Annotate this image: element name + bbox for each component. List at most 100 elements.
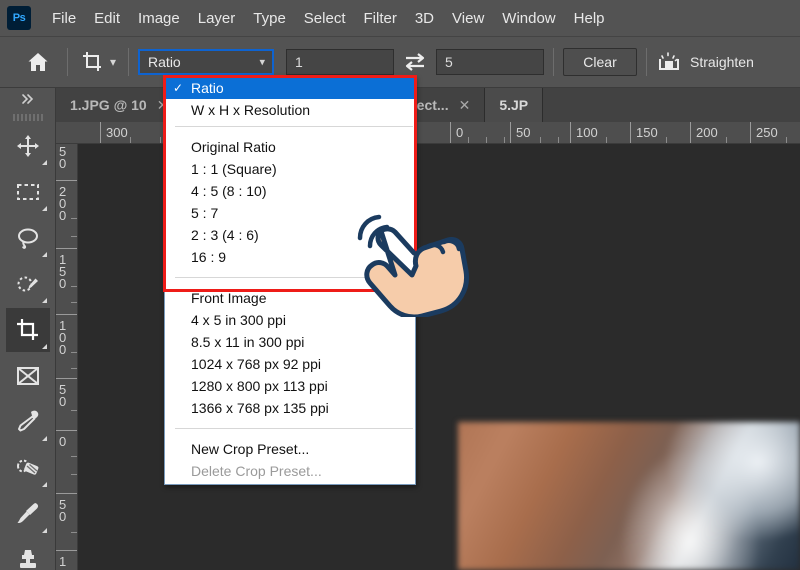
menu-item-label: 4 x 5 in 300 ppi (191, 312, 286, 328)
ruler-v-label: 50 (59, 382, 67, 409)
straighten-button[interactable]: Straighten (656, 50, 754, 74)
chevron-down-icon: ▾ (259, 56, 266, 69)
options-separator-1 (67, 48, 68, 76)
ruler-h-label: 250 (756, 125, 778, 140)
menu-item-2-3[interactable]: 2 : 3 (4 : 6) (165, 224, 415, 246)
menu-item-1366x768-135ppi[interactable]: 1366 x 768 px 135 ppi (165, 397, 415, 419)
menu-item-label: Ratio (191, 80, 224, 96)
tool-rectangular-marquee[interactable] (6, 170, 50, 214)
menu-type[interactable]: Type (244, 7, 295, 30)
menu-separator (175, 428, 413, 429)
menu-layer[interactable]: Layer (189, 7, 245, 30)
crop-width-input[interactable]: 1 (286, 49, 395, 75)
menu-item-label: 4 : 5 (8 : 10) (191, 183, 267, 199)
ruler-v-label: 150 (59, 252, 67, 291)
menu-item-ratio[interactable]: ✓ Ratio (165, 77, 415, 99)
menu-item-label: 8.5 x 11 in 300 ppi (191, 334, 305, 350)
tool-quick-selection[interactable] (6, 262, 50, 306)
options-separator-3 (553, 48, 555, 76)
crop-icon (16, 319, 38, 340)
document-tab[interactable]: 5.JP (485, 88, 544, 122)
menu-item-label: W x H x Resolution (191, 102, 311, 118)
tool-flyout-indicator (41, 252, 47, 257)
tool-frame[interactable] (6, 354, 50, 398)
ruler-v-label: 0 (59, 434, 67, 449)
menu-item-new-crop-preset[interactable]: New Crop Preset... (165, 438, 415, 460)
ruler-h-label: 150 (636, 125, 658, 140)
ratio-select-value: Ratio (148, 54, 181, 70)
tool-flyout-indicator (41, 528, 47, 533)
menu-item-label: Delete Crop Preset... (191, 463, 322, 479)
tool-move[interactable] (6, 124, 50, 168)
close-icon[interactable]: ✕ (459, 98, 471, 112)
menu-item-1-1-square[interactable]: 1 : 1 (Square) (165, 158, 415, 180)
menu-item-85x11-300ppi[interactable]: 8.5 x 11 in 300 ppi (165, 331, 415, 353)
menu-item-5-7[interactable]: 5 : 7 (165, 202, 415, 224)
menu-filter[interactable]: Filter (355, 7, 406, 30)
ruler-v-label: 50 (59, 144, 67, 171)
checkmark-icon: ✓ (173, 81, 184, 95)
menu-help[interactable]: Help (565, 7, 614, 30)
menu-item-label: New Crop Preset... (191, 441, 310, 457)
crop-tool-icon (83, 52, 101, 71)
swap-dimensions-button[interactable] (400, 49, 430, 75)
crop-height-value: 5 (445, 54, 453, 70)
move-icon (16, 135, 39, 157)
menu-item-label: 1366 x 768 px 135 ppi (191, 400, 329, 416)
tool-healing-brush[interactable] (6, 446, 50, 490)
menu-image[interactable]: Image (129, 7, 189, 30)
menu-item-front-image[interactable]: Front Image (165, 287, 415, 309)
document-image[interactable] (458, 422, 800, 570)
tools-panel-grip[interactable] (0, 110, 55, 124)
menu-item-label: 5 : 7 (191, 205, 219, 221)
menu-item-16-9[interactable]: 16 : 9 (165, 246, 415, 268)
ruler-h-label: 300 (106, 125, 128, 140)
ratio-select[interactable]: Ratio ▾ (138, 49, 275, 75)
crop-height-input[interactable]: 5 (436, 49, 545, 75)
tool-flyout-indicator (41, 160, 47, 165)
menu-item-4-5[interactable]: 4 : 5 (8 : 10) (165, 180, 415, 202)
active-tool-preset-button[interactable]: ▾ (77, 46, 119, 78)
lasso-icon (17, 228, 38, 249)
menu-3d[interactable]: 3D (406, 7, 443, 30)
menu-item-1024x768-92ppi[interactable]: 1024 x 768 px 92 ppi (165, 353, 415, 375)
menu-select[interactable]: Select (295, 7, 355, 30)
menu-item-4x5-300ppi[interactable]: 4 x 5 in 300 ppi (165, 309, 415, 331)
tool-lasso[interactable] (6, 216, 50, 260)
tool-flyout-indicator (41, 344, 47, 349)
tool-eyedropper[interactable] (6, 400, 50, 444)
tool-crop[interactable] (5, 308, 50, 352)
menu-item-original-ratio[interactable]: Original Ratio (165, 136, 415, 158)
home-button[interactable] (18, 42, 58, 82)
menu-separator (175, 126, 413, 127)
menu-item-wxhxresolution[interactable]: W x H x Resolution (165, 99, 415, 121)
crop-ratio-dropdown-menu: ✓ Ratio W x H x Resolution Original Rati… (164, 76, 416, 485)
marquee-icon (16, 184, 39, 200)
healing-brush-icon (16, 459, 38, 475)
tool-clone-stamp[interactable] (6, 538, 50, 570)
menu-item-label: Original Ratio (191, 139, 276, 155)
quick-selection-icon (17, 276, 38, 292)
collapse-tools-panel-button[interactable] (0, 88, 55, 110)
clear-button[interactable]: Clear (563, 48, 638, 76)
brush-icon (17, 503, 38, 523)
menu-bar: Ps File Edit Image Layer Type Select Fil… (0, 0, 800, 36)
menu-item-label: 2 : 3 (4 : 6) (191, 227, 259, 243)
menu-edit[interactable]: Edit (85, 7, 129, 30)
menu-window[interactable]: Window (493, 7, 564, 30)
straighten-icon (659, 52, 680, 70)
vertical-ruler[interactable]: 50 200 150 100 50 0 50 1 (56, 144, 78, 570)
ruler-h-label: 200 (696, 125, 718, 140)
tool-flyout-indicator (41, 206, 47, 211)
menu-file[interactable]: File (43, 7, 85, 30)
photoshop-logo: Ps (7, 6, 31, 30)
tool-brush[interactable] (6, 492, 50, 536)
tab-label: 5.JP (499, 97, 529, 113)
menu-item-label: 16 : 9 (191, 249, 227, 265)
menu-view[interactable]: View (443, 7, 493, 30)
menu-item-1280x800-113ppi[interactable]: 1280 x 800 px 113 ppi (165, 375, 415, 397)
options-separator-4 (646, 48, 648, 76)
tool-flyout-indicator (41, 482, 47, 487)
ruler-v-label: 50 (59, 497, 67, 524)
ruler-v-label: 200 (59, 184, 67, 223)
